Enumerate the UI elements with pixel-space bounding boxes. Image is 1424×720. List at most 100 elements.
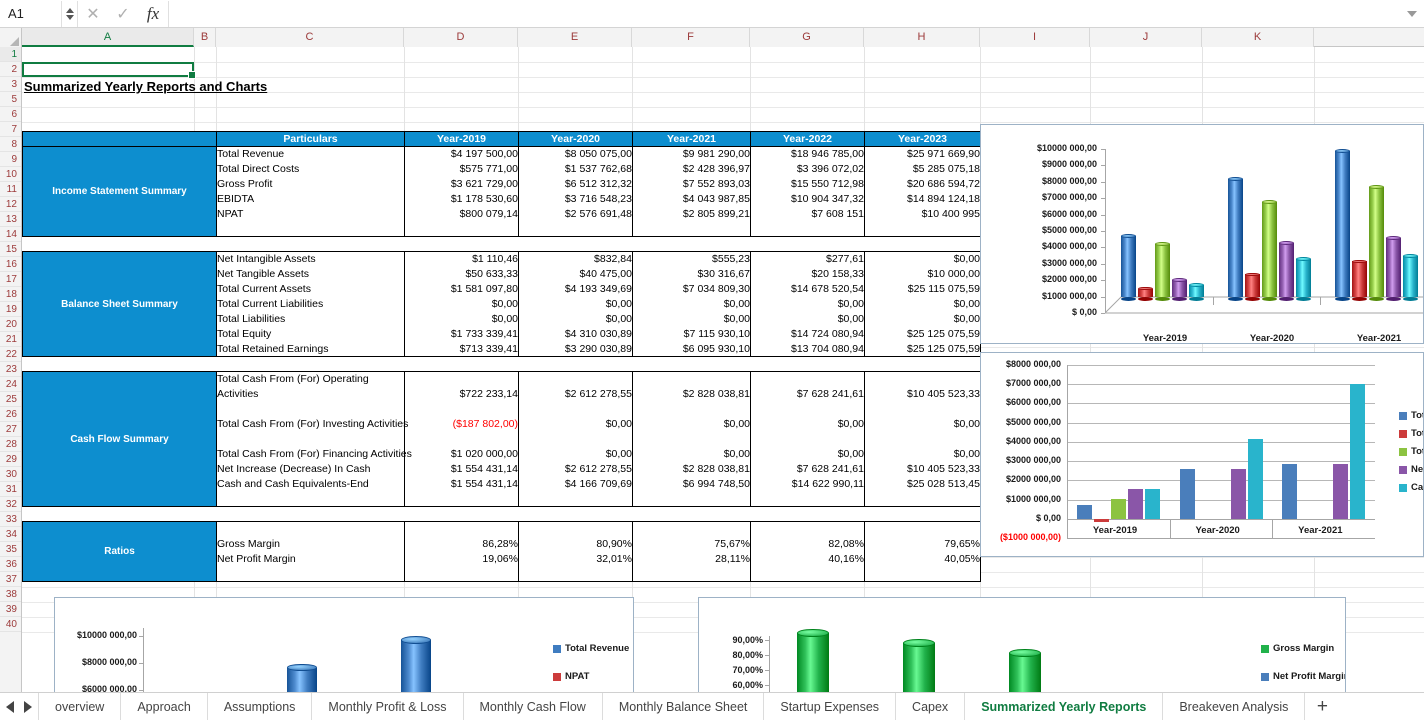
row-header-40[interactable]: 40 — [0, 617, 21, 632]
value-cell-2020[interactable]: $3 290 030,89 — [518, 341, 633, 357]
row-header-20[interactable]: 20 — [0, 317, 21, 332]
sheet-tab-monthly-cash-flow[interactable]: Monthly Cash Flow — [463, 693, 603, 720]
row-header-28[interactable]: 28 — [0, 437, 21, 452]
row-header-19[interactable]: 19 — [0, 302, 21, 317]
column-header-h[interactable]: H — [864, 28, 980, 47]
add-sheet-button[interactable]: + — [1305, 693, 1339, 720]
value-cell-2023[interactable]: $10 400 995 — [864, 206, 981, 222]
legend-item[interactable]: Net Profit Margin — [1261, 671, 1345, 682]
active-cell-a1[interactable] — [22, 62, 196, 79]
value-cell-2022[interactable]: $14 622 990,11 — [750, 476, 865, 492]
row-header-39[interactable]: 39 — [0, 602, 21, 617]
next-sheet-icon[interactable] — [24, 700, 32, 713]
spacer-value-cell[interactable] — [632, 521, 751, 537]
spacer-value-cell[interactable] — [632, 491, 751, 507]
spreadsheet-grid[interactable]: ABCDEFGHIJK 1 2 3 5 6 7 8 9 10 11 12 13 14 15 16 17 18 19… — [0, 28, 1424, 692]
value-cell-2021[interactable]: $4 043 987,85 — [632, 191, 751, 207]
cancel-icon[interactable]: ✕ — [78, 1, 108, 27]
spacer-value-cell[interactable] — [404, 521, 519, 537]
row-label-cell[interactable]: Total Direct Costs — [216, 161, 405, 177]
value-cell-2022[interactable]: $0,00 — [750, 416, 865, 432]
column-header-g[interactable]: G — [750, 28, 864, 47]
value-cell-2022[interactable]: $7 628 241,61 — [750, 461, 865, 477]
value-cell-2021[interactable]: $2 828 038,81 — [632, 386, 751, 402]
value-cell-2021[interactable]: $7 552 893,03 — [632, 176, 751, 192]
spacer-cell[interactable] — [216, 491, 405, 507]
value-cell-2023[interactable]: $0,00 — [864, 416, 981, 432]
value-cell-2022[interactable]: $277,61 — [750, 251, 865, 267]
value-cell-2020[interactable]: $4 310 030,89 — [518, 326, 633, 342]
row-label-cell[interactable]: Total Liabilities — [216, 311, 405, 327]
spacer-value-cell[interactable] — [404, 371, 519, 387]
value-cell-2020[interactable]: $0,00 — [518, 416, 633, 432]
value-cell-2019[interactable]: $1 554 431,14 — [404, 461, 519, 477]
sheet-tab-monthly-profit-loss[interactable]: Monthly Profit & Loss — [312, 693, 464, 720]
sheet-tab-summarized-yearly-reports[interactable]: Summarized Yearly Reports — [965, 693, 1164, 720]
legend-item[interactable]: Total Revenue — [553, 643, 629, 654]
value-cell-2021[interactable]: $7 034 809,30 — [632, 281, 751, 297]
value-cell-2021[interactable]: $6 095 930,10 — [632, 341, 751, 357]
row-header-9[interactable]: 9 — [0, 152, 21, 167]
spacer-value-cell[interactable] — [518, 491, 633, 507]
value-cell-2019[interactable]: $1 733 339,41 — [404, 326, 519, 342]
sheet-tab-overview[interactable]: overview — [39, 693, 122, 720]
value-cell-2023[interactable]: $0,00 — [864, 251, 981, 267]
spacer-value-cell[interactable] — [632, 221, 751, 237]
value-cell-2019[interactable]: $0,00 — [404, 311, 519, 327]
row-label-cell[interactable]: NPAT — [216, 206, 405, 222]
column-header-i[interactable]: I — [980, 28, 1090, 47]
row-label-cell[interactable]: Activities — [216, 386, 405, 402]
row-label-cell[interactable]: Total Equity — [216, 326, 405, 342]
value-cell-2023[interactable]: $25 125 075,59 — [864, 326, 981, 342]
value-cell-2020[interactable]: $8 050 075,00 — [518, 146, 633, 162]
value-cell-2019[interactable]: $3 621 729,00 — [404, 176, 519, 192]
value-cell-2022[interactable]: $14 678 520,54 — [750, 281, 865, 297]
column-header-j[interactable]: J — [1090, 28, 1202, 47]
value-cell-2023[interactable]: $25 971 669,90 — [864, 146, 981, 162]
legend-item[interactable]: Net — [1399, 464, 1423, 475]
value-cell-2020[interactable]: $1 537 762,68 — [518, 161, 633, 177]
value-cell-2022[interactable]: $0,00 — [750, 311, 865, 327]
value-cell-2020[interactable]: 80,90% — [518, 536, 633, 552]
spacer-value-cell[interactable] — [404, 566, 519, 582]
spacer-value-cell[interactable] — [518, 371, 633, 387]
row-header-11[interactable]: 11 — [0, 182, 21, 197]
value-cell-2023[interactable]: $10 405 523,33 — [864, 386, 981, 402]
spacer-value-cell[interactable] — [404, 401, 519, 417]
row-header-29[interactable]: 29 — [0, 452, 21, 467]
row-header-10[interactable]: 10 — [0, 167, 21, 182]
value-cell-2023[interactable]: $0,00 — [864, 446, 981, 462]
spacer-cell[interactable] — [216, 401, 405, 417]
spinner-up-icon[interactable] — [65, 7, 74, 13]
value-cell-2022[interactable]: $0,00 — [750, 296, 865, 312]
spacer-cell[interactable] — [216, 521, 405, 537]
spacer-value-cell[interactable] — [864, 521, 981, 537]
spacer-value-cell[interactable] — [750, 491, 865, 507]
sheet-nav-arrows[interactable] — [0, 693, 38, 720]
value-cell-2022[interactable]: 82,08% — [750, 536, 865, 552]
value-cell-2019[interactable]: $800 079,14 — [404, 206, 519, 222]
value-cell-2022[interactable]: $15 550 712,98 — [750, 176, 865, 192]
row-label-cell[interactable]: Total Cash From (For) Financing Activiti… — [216, 446, 412, 462]
row-label-cell[interactable]: Net Profit Margin — [216, 551, 405, 567]
row-header-6[interactable]: 6 — [0, 107, 21, 122]
row-header-21[interactable]: 21 — [0, 332, 21, 347]
row-header-33[interactable]: 33 — [0, 512, 21, 527]
value-cell-2022[interactable]: 40,16% — [750, 551, 865, 567]
corner-blank-cell[interactable] — [22, 131, 217, 147]
row-label-cell[interactable]: Total Cash From (For) Operating — [216, 371, 405, 387]
row-header-8[interactable]: 8 — [0, 137, 21, 152]
spacer-cell[interactable] — [216, 431, 405, 447]
value-cell-2019[interactable]: $1 554 431,14 — [404, 476, 519, 492]
value-cell-2023[interactable]: $10 000,00 — [864, 266, 981, 282]
value-cell-2019[interactable]: $1 020 000,00 — [404, 446, 519, 462]
value-cell-2019[interactable]: 86,28% — [404, 536, 519, 552]
value-cell-2021[interactable]: $555,23 — [632, 251, 751, 267]
legend-item[interactable]: NPAT — [553, 671, 629, 682]
spacer-value-cell[interactable] — [632, 566, 751, 582]
value-cell-2020[interactable]: $2 576 691,48 — [518, 206, 633, 222]
row-label-cell[interactable]: Gross Margin — [216, 536, 405, 552]
spacer-value-cell[interactable] — [750, 431, 865, 447]
column-header-b[interactable]: B — [194, 28, 216, 47]
row-header-26[interactable]: 26 — [0, 407, 21, 422]
